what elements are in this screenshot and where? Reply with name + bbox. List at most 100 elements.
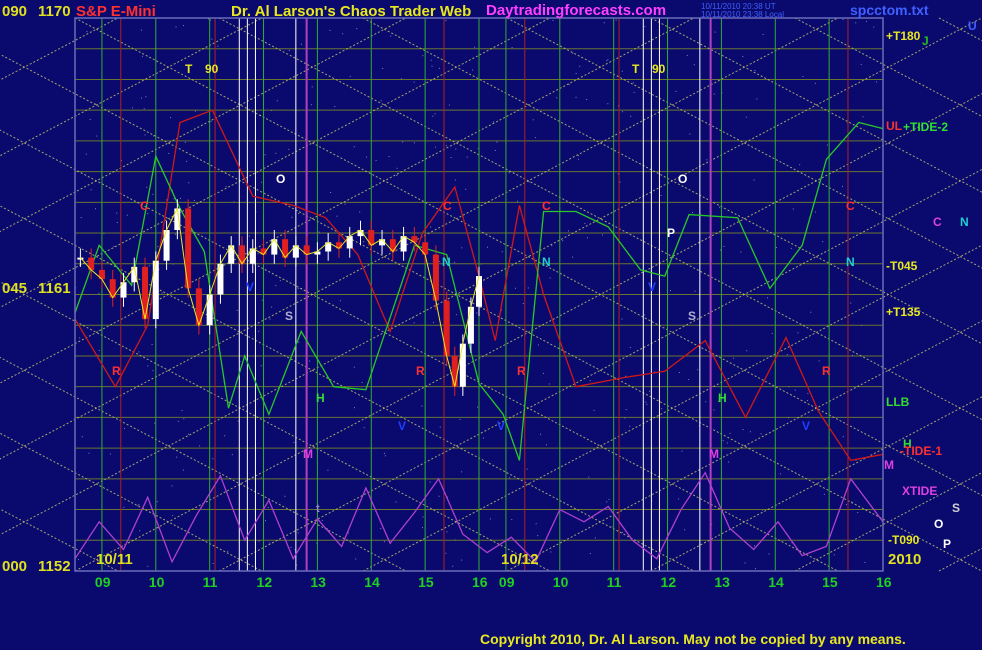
star — [535, 523, 537, 525]
star — [455, 148, 457, 150]
star — [728, 461, 730, 463]
star — [621, 70, 623, 72]
star — [181, 410, 183, 412]
star — [756, 98, 758, 100]
star — [434, 113, 436, 115]
star — [539, 433, 541, 435]
star — [98, 350, 100, 352]
star — [297, 532, 299, 534]
star — [589, 380, 591, 382]
star — [147, 565, 149, 567]
lattice-line — [938, 17, 982, 42]
star — [175, 233, 177, 235]
price-bar — [459, 343, 466, 387]
corner-label: U — [968, 19, 977, 33]
star — [822, 241, 824, 243]
star — [298, 341, 300, 343]
star — [187, 433, 189, 435]
star — [740, 251, 742, 253]
star — [644, 26, 646, 28]
marker-r-4: R — [822, 364, 831, 378]
star — [413, 322, 415, 324]
star — [551, 245, 553, 247]
star — [572, 256, 574, 258]
star — [621, 111, 623, 113]
star — [508, 172, 510, 174]
star — [146, 186, 148, 188]
star — [842, 185, 844, 187]
star — [549, 277, 551, 279]
star — [80, 216, 82, 218]
star — [435, 146, 437, 148]
bottom-price-label: 1152 — [38, 558, 71, 575]
star — [670, 290, 672, 292]
star — [729, 432, 731, 434]
star — [269, 318, 271, 320]
star — [586, 98, 588, 100]
star — [621, 318, 623, 320]
star — [754, 69, 756, 71]
star — [537, 535, 539, 537]
star — [807, 400, 809, 402]
label-tide1: -TIDE-1 — [900, 444, 942, 458]
hour-tick-label: 14 — [364, 574, 380, 590]
copyright: Copyright 2010, Dr. Al Larson. May not b… — [480, 631, 906, 647]
star — [768, 553, 770, 555]
star — [517, 200, 519, 202]
star — [689, 133, 691, 135]
marker-o-2: O — [678, 172, 687, 186]
star — [594, 537, 596, 539]
hour-tick-label: 13 — [310, 574, 326, 590]
star — [225, 186, 227, 188]
star — [755, 568, 757, 570]
year-label: 2010 — [888, 551, 921, 568]
chart-title: Dr. Al Larson's Chaos Trader Web — [231, 3, 471, 20]
star — [807, 392, 809, 394]
hour-tick-label: 11 — [607, 574, 622, 590]
star — [675, 90, 677, 92]
star — [321, 519, 323, 521]
star — [629, 347, 631, 349]
star — [527, 287, 529, 289]
star — [194, 110, 196, 112]
star — [88, 452, 90, 454]
star — [454, 179, 456, 181]
star — [432, 115, 434, 117]
star — [450, 156, 452, 158]
star — [384, 455, 386, 457]
star — [694, 290, 696, 292]
marker-c: C — [140, 199, 149, 213]
star — [145, 96, 147, 98]
star — [742, 55, 744, 57]
star — [94, 208, 96, 210]
star — [681, 450, 683, 452]
star — [79, 337, 81, 339]
star — [452, 565, 454, 567]
star — [290, 546, 292, 548]
marker-r-3: R — [517, 364, 526, 378]
star — [833, 554, 835, 556]
star — [718, 206, 720, 208]
star — [572, 52, 574, 54]
star — [336, 215, 338, 217]
star — [568, 230, 570, 232]
marker-s: S — [285, 309, 293, 323]
star — [593, 409, 595, 411]
star — [629, 425, 631, 427]
label-o: O — [934, 517, 943, 531]
label-t135: +T135 — [886, 305, 921, 319]
star — [744, 562, 746, 564]
hour-tick-label: 09 — [95, 574, 111, 590]
star — [775, 247, 777, 249]
label-t180: +T180 — [886, 29, 921, 43]
star — [619, 181, 621, 183]
star — [746, 350, 748, 352]
star — [779, 473, 781, 475]
in-plot-markers: T 90 T 90 O O C C C C S S R R R R H H M … — [112, 62, 855, 515]
star — [210, 19, 212, 21]
star — [745, 116, 747, 118]
star — [298, 213, 300, 215]
star — [171, 485, 173, 487]
star — [161, 292, 163, 294]
star — [842, 19, 844, 21]
